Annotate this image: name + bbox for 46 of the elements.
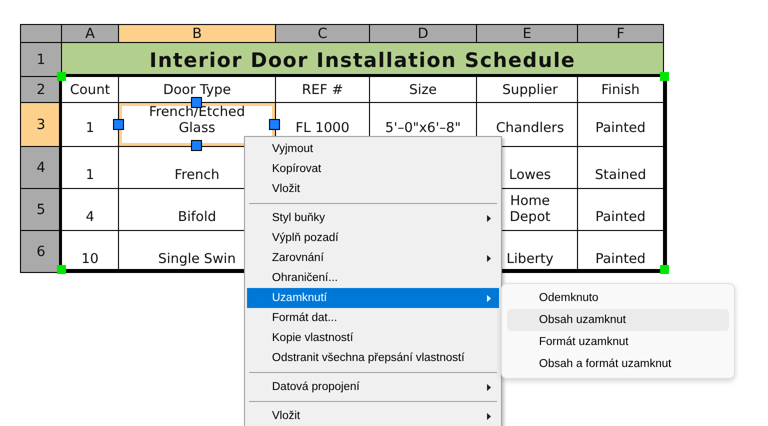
column-header[interactable]: C (276, 25, 369, 42)
table-cell: 1 (62, 103, 118, 146)
column-heading: Door Type (119, 77, 275, 102)
grip-handle[interactable] (57, 265, 66, 274)
menu-item[interactable]: Odstranit všechna přepsání vlastností (247, 348, 499, 368)
grip-handle[interactable] (191, 140, 202, 151)
column-header[interactable]: A (62, 25, 118, 42)
row-header[interactable]: 2 (21, 77, 61, 102)
table-cell: 1 (62, 147, 118, 188)
row-header[interactable]: 1 (21, 43, 61, 76)
column-heading: Finish (578, 77, 663, 102)
menu-item[interactable]: Formát uzamknut (507, 331, 729, 353)
menu-item[interactable]: Formát dat... (247, 308, 499, 328)
column-header[interactable]: B (119, 25, 275, 42)
row-header[interactable]: 4 (21, 147, 61, 188)
menu-item[interactable]: Datová propojení (247, 377, 499, 397)
column-header[interactable]: F (578, 25, 663, 42)
table-cell: Stained (578, 147, 663, 188)
grip-handle[interactable] (660, 72, 669, 81)
table-cell: 4 (62, 189, 118, 230)
column-heading: Supplier (477, 77, 577, 102)
column-heading: Count (62, 77, 118, 102)
table-cell: Painted (578, 189, 663, 230)
row-header[interactable]: 6 (21, 231, 61, 272)
table-cell: Painted (578, 103, 663, 146)
menu-item[interactable]: Uzamknutí (247, 288, 499, 308)
grip-handle[interactable] (113, 119, 124, 130)
menu-item[interactable]: Kopie vlastností (247, 328, 499, 348)
grip-handle[interactable] (57, 72, 66, 81)
corner-header[interactable] (21, 25, 61, 42)
table-title: Interior Door Installation Schedule (62, 43, 663, 76)
menu-item[interactable]: Odemknuto (507, 287, 729, 309)
menu-item[interactable]: Vložit (247, 406, 499, 426)
row-header[interactable]: 5 (21, 189, 61, 230)
column-header[interactable]: D (370, 25, 476, 42)
table-cell: 10 (62, 231, 118, 272)
column-heading: Size (370, 77, 476, 102)
grip-handle[interactable] (660, 265, 669, 274)
table-cell: Chandlers (477, 103, 577, 146)
table-cell: Painted (578, 231, 663, 272)
grip-handle[interactable] (269, 119, 280, 130)
menu-item[interactable]: Obsah uzamknut (507, 309, 729, 331)
row-header[interactable]: 3 (21, 103, 61, 146)
menu-item[interactable]: Obsah a formát uzamknut (507, 353, 729, 375)
column-heading: REF # (276, 77, 369, 102)
column-header[interactable]: E (477, 25, 577, 42)
